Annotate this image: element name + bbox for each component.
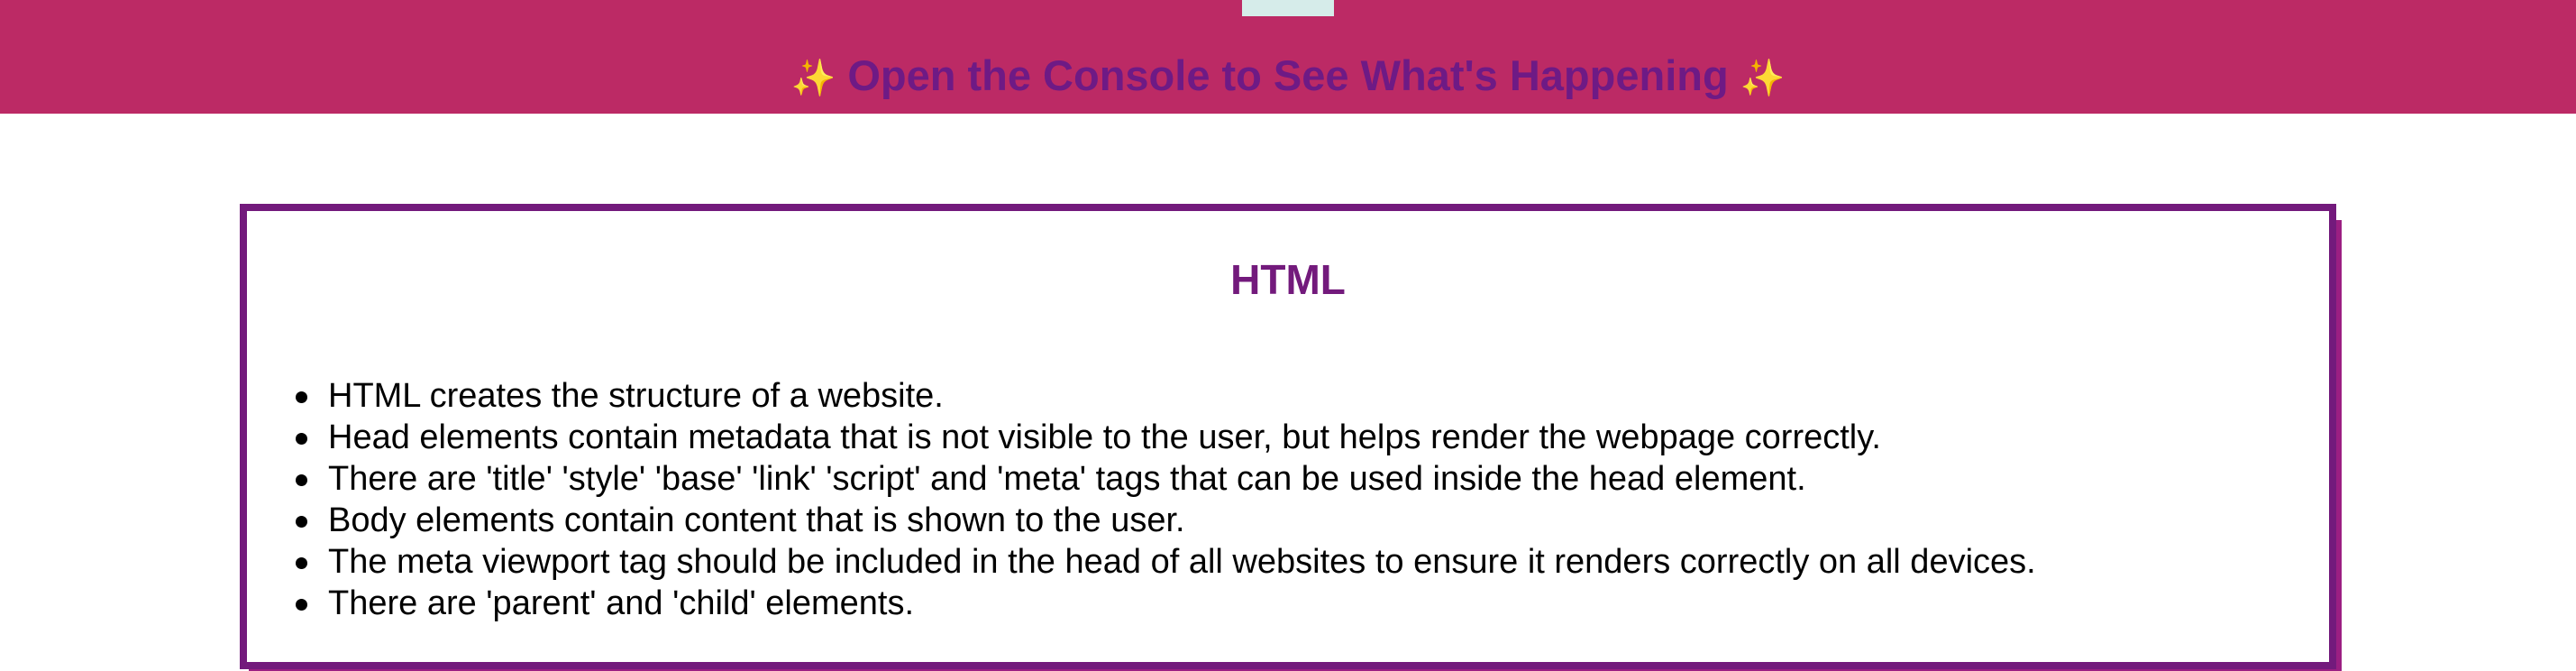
list-item: There are 'title' 'style' 'base' 'link' … [296,458,2036,500]
banner-title: ✨ Open the Console to See What's Happeni… [0,49,2576,106]
card-list: HTML creates the structure of a website.… [296,375,2036,624]
list-item: There are 'parent' and 'child' elements. [296,583,2036,624]
bullet-icon [296,391,307,403]
list-item-text: There are 'parent' and 'child' elements. [328,584,915,622]
header-banner: ✨ Open the Console to See What's Happeni… [0,0,2576,114]
bullet-icon [296,516,307,528]
list-item: The meta viewport tag should be included… [296,541,2036,583]
list-item: Head elements contain metadata that is n… [296,417,2036,458]
bullet-icon [296,433,307,445]
list-item: Body elements contain content that is sh… [296,500,2036,541]
list-item: HTML creates the structure of a website. [296,375,2036,417]
list-item-text: HTML creates the structure of a website. [328,377,944,415]
sparkles-icon-right: ✨ [1740,58,1786,99]
banner-title-text: Open the Console to See What's Happening [847,51,1729,99]
bullet-icon [296,599,307,611]
bullet-icon [296,557,307,569]
content-card: HTML HTML creates the structure of a web… [240,204,2336,669]
list-item-text: Head elements contain metadata that is n… [328,418,1881,456]
sparkles-icon-left: ✨ [790,58,836,99]
bullet-icon [296,474,307,486]
list-item-text: There are 'title' 'style' 'base' 'link' … [328,460,1806,498]
list-item-text: Body elements contain content that is sh… [328,501,1185,539]
card-title: HTML [1230,256,1346,303]
banner-tab [1242,0,1334,16]
list-item-text: The meta viewport tag should be included… [328,543,2036,581]
